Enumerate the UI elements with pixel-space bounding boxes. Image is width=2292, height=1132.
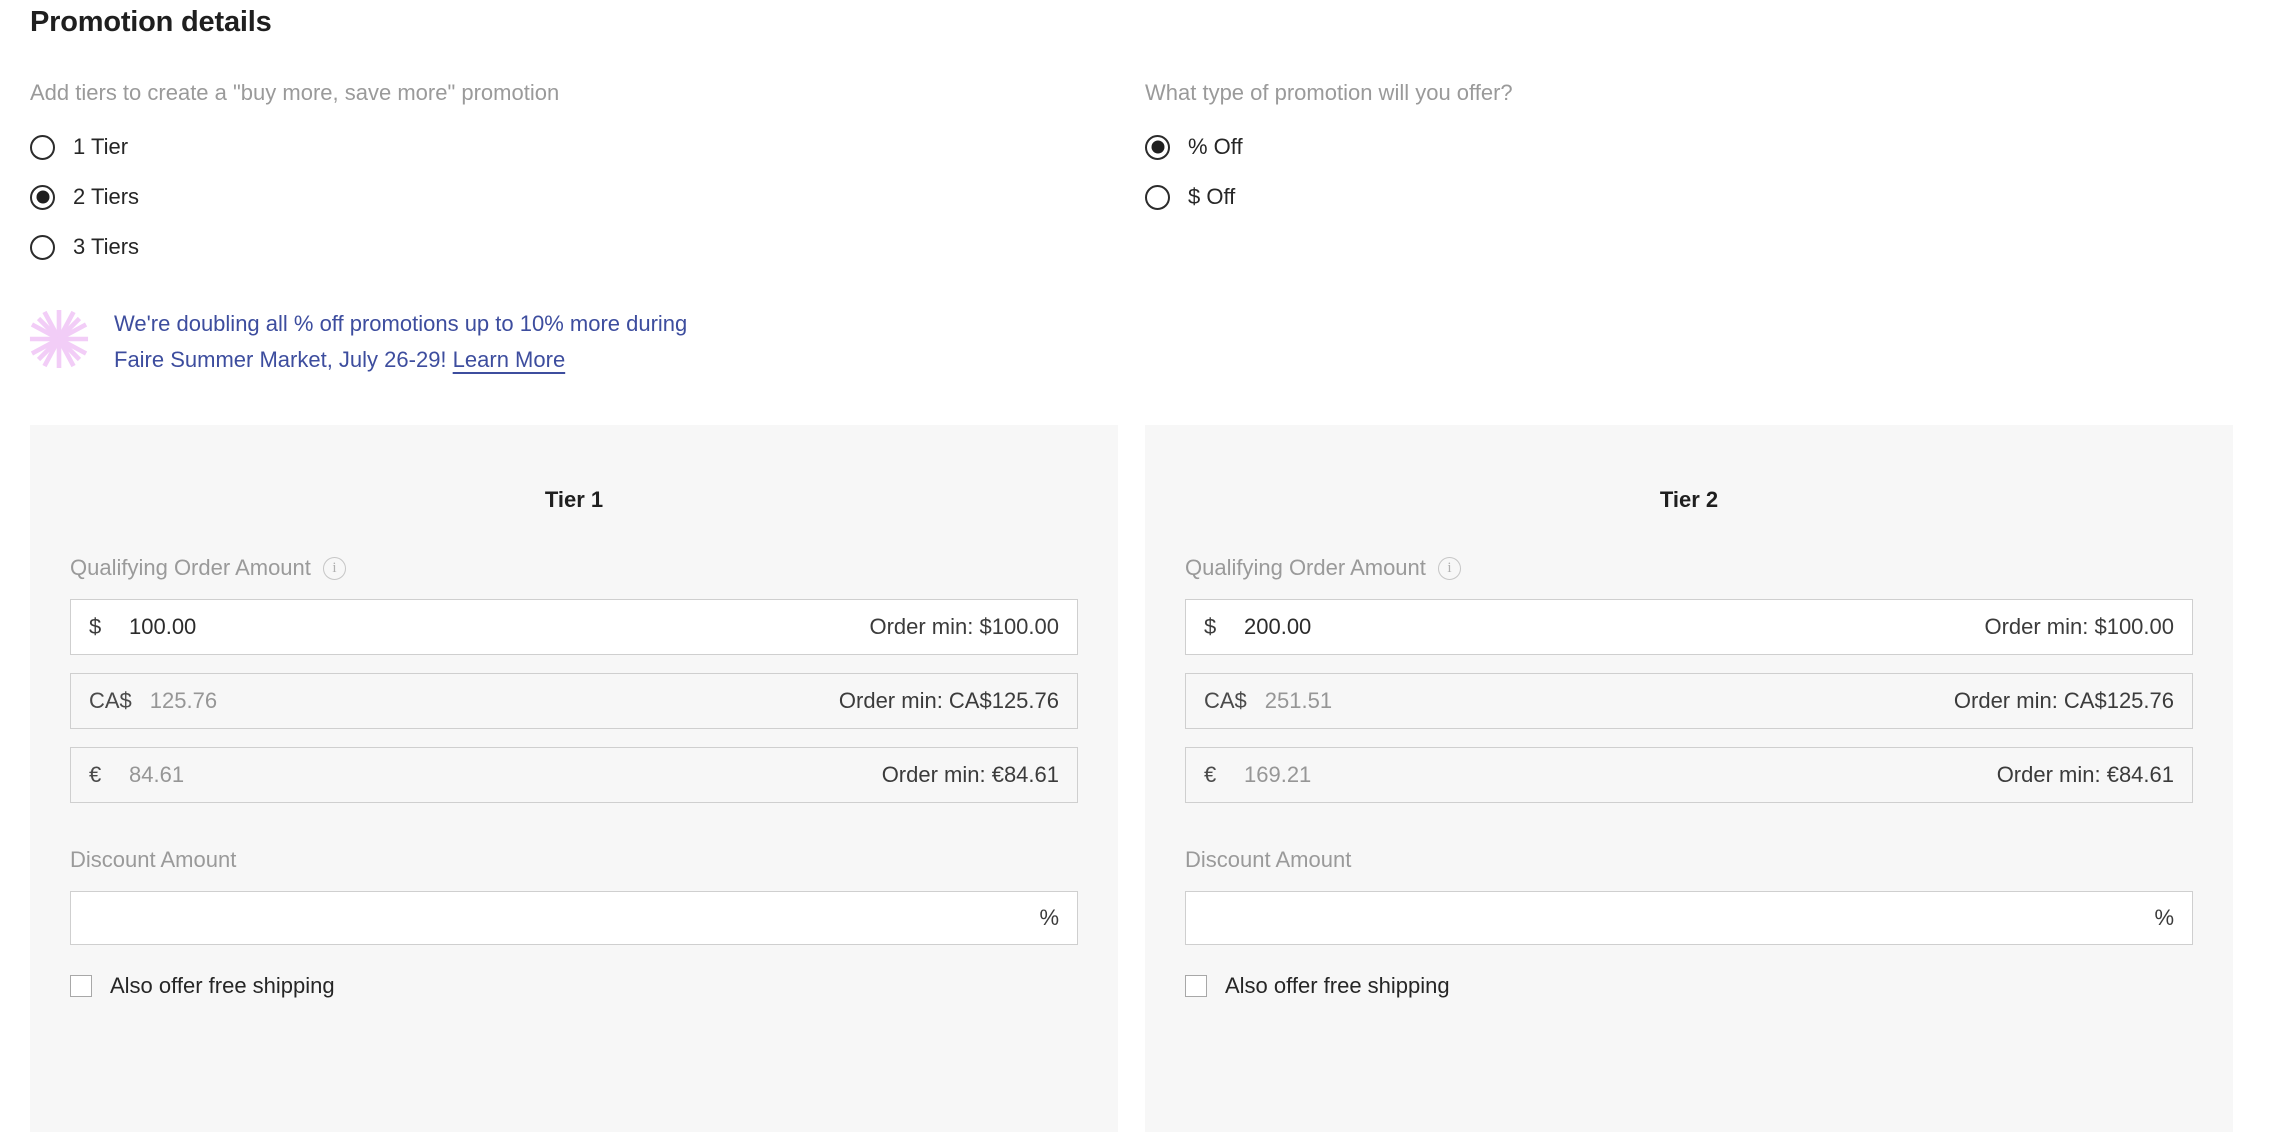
free-shipping-checkbox-row[interactable]: Also offer free shipping	[70, 973, 1078, 999]
page-title: Promotion details	[30, 6, 272, 38]
currency-symbol: €	[1204, 762, 1217, 787]
discount-amount-field[interactable]: %	[70, 891, 1078, 945]
free-shipping-checkbox-row[interactable]: Also offer free shipping	[1185, 973, 2193, 999]
qualifying-amount-input-eur: € 84.61 Order min: €84.61	[70, 747, 1078, 803]
radio-option-dollar-off[interactable]: $ Off	[1145, 172, 2225, 222]
discount-amount-label: Discount Amount	[1185, 847, 2193, 873]
currency-symbol: CA$	[89, 688, 132, 713]
qualifying-amount-input-usd[interactable]: $ 200.00 Order min: $100.00	[1185, 599, 2193, 655]
amount-value[interactable]: 200.00	[1244, 614, 1984, 640]
qualifying-order-amount-label: Qualifying Order Amount i	[1185, 555, 2193, 581]
banner-line-1: We're doubling all % off promotions up t…	[114, 311, 688, 336]
promotion-announcement-banner: We're doubling all % off promotions up t…	[26, 300, 976, 378]
banner-line-2: Faire Summer Market, July 26-29!	[114, 347, 447, 372]
checkbox-icon[interactable]	[70, 975, 92, 997]
promotion-details-page: Promotion details Add tiers to create a …	[0, 0, 2292, 1132]
info-icon[interactable]: i	[322, 556, 346, 580]
order-min-hint: Order min: €84.61	[1996, 762, 2174, 787]
amount-value: 251.51	[1264, 688, 1333, 713]
radio-option-percent-off[interactable]: % Off	[1145, 122, 2225, 172]
tier-card-1: Tier 1 Qualifying Order Amount i $ 100.0…	[30, 425, 1118, 1132]
discount-amount-input[interactable]	[89, 892, 1040, 944]
tier-card-2: Tier 2 Qualifying Order Amount i $ 200.0…	[1145, 425, 2233, 1132]
radio-circle-icon[interactable]	[30, 134, 55, 160]
radio-label: % Off	[1188, 134, 1243, 159]
currency-symbol: $	[89, 614, 102, 639]
radio-label: 1 Tier	[73, 134, 129, 159]
checkbox-label: Also offer free shipping	[110, 973, 335, 998]
label-text: Discount Amount	[1185, 847, 1352, 872]
order-min-hint: Order min: $100.00	[1984, 614, 2174, 639]
info-icon[interactable]: i	[1437, 556, 1461, 580]
radio-label: $ Off	[1188, 184, 1236, 209]
qualifying-amount-input-usd[interactable]: $ 100.00 Order min: $100.00	[70, 599, 1078, 655]
tier-count-prompt: Add tiers to create a "buy more, save mo…	[30, 80, 560, 105]
label-text: Discount Amount	[70, 847, 237, 872]
currency-symbol: $	[1204, 614, 1217, 639]
percent-suffix: %	[2154, 905, 2174, 930]
order-min-hint: Order min: $100.00	[869, 614, 1059, 639]
checkbox-label: Also offer free shipping	[1225, 973, 1450, 998]
qualifying-amount-input-eur: € 169.21 Order min: €84.61	[1185, 747, 2193, 803]
order-min-hint: Order min: CA$125.76	[1953, 688, 2174, 713]
radio-circle-icon[interactable]	[1145, 184, 1170, 210]
amount-value: 84.61	[129, 762, 185, 787]
qualifying-amount-input-cad: CA$ 251.51 Order min: CA$125.76	[1185, 673, 2193, 729]
discount-amount-label: Discount Amount	[70, 847, 1078, 873]
label-text: Qualifying Order Amount	[1185, 555, 1426, 580]
tier-heading: Tier 2	[1659, 487, 1719, 512]
radio-label: 3 Tiers	[73, 234, 140, 259]
radio-circle-selected-icon[interactable]	[1145, 134, 1170, 160]
qualifying-amount-input-cad: CA$ 125.76 Order min: CA$125.76	[70, 673, 1078, 729]
promotion-type-radio-group: What type of promotion will you offer? %…	[1145, 80, 2225, 222]
radio-circle-selected-icon[interactable]	[30, 184, 55, 210]
order-min-hint: Order min: CA$125.76	[838, 688, 1059, 713]
qualifying-order-amount-label: Qualifying Order Amount i	[70, 555, 1078, 581]
amount-value[interactable]: 100.00	[129, 614, 869, 640]
amount-value: 125.76	[149, 688, 218, 713]
checkbox-icon[interactable]	[1185, 975, 1207, 997]
discount-amount-field[interactable]: %	[1185, 891, 2193, 945]
radio-option-3-tiers[interactable]: 3 Tiers	[30, 222, 1110, 272]
discount-amount-input[interactable]	[1204, 892, 2155, 944]
promotion-banner-text: We're doubling all % off promotions up t…	[114, 300, 687, 378]
promotion-type-prompt: What type of promotion will you offer?	[1145, 80, 1513, 105]
currency-symbol: CA$	[1204, 688, 1247, 713]
percent-suffix: %	[1039, 905, 1059, 930]
tier-count-radio-group: Add tiers to create a "buy more, save mo…	[30, 80, 1110, 272]
learn-more-link[interactable]: Learn More	[453, 347, 566, 372]
label-text: Qualifying Order Amount	[70, 555, 311, 580]
amount-value: 169.21	[1244, 762, 1312, 787]
starburst-icon	[29, 309, 89, 369]
order-min-hint: Order min: €84.61	[881, 762, 1059, 787]
tier-heading: Tier 1	[544, 487, 604, 512]
radio-circle-icon[interactable]	[30, 234, 55, 260]
radio-option-2-tiers[interactable]: 2 Tiers	[30, 172, 1110, 222]
currency-symbol: €	[89, 762, 102, 787]
radio-option-1-tier[interactable]: 1 Tier	[30, 122, 1110, 172]
radio-label: 2 Tiers	[73, 184, 140, 209]
